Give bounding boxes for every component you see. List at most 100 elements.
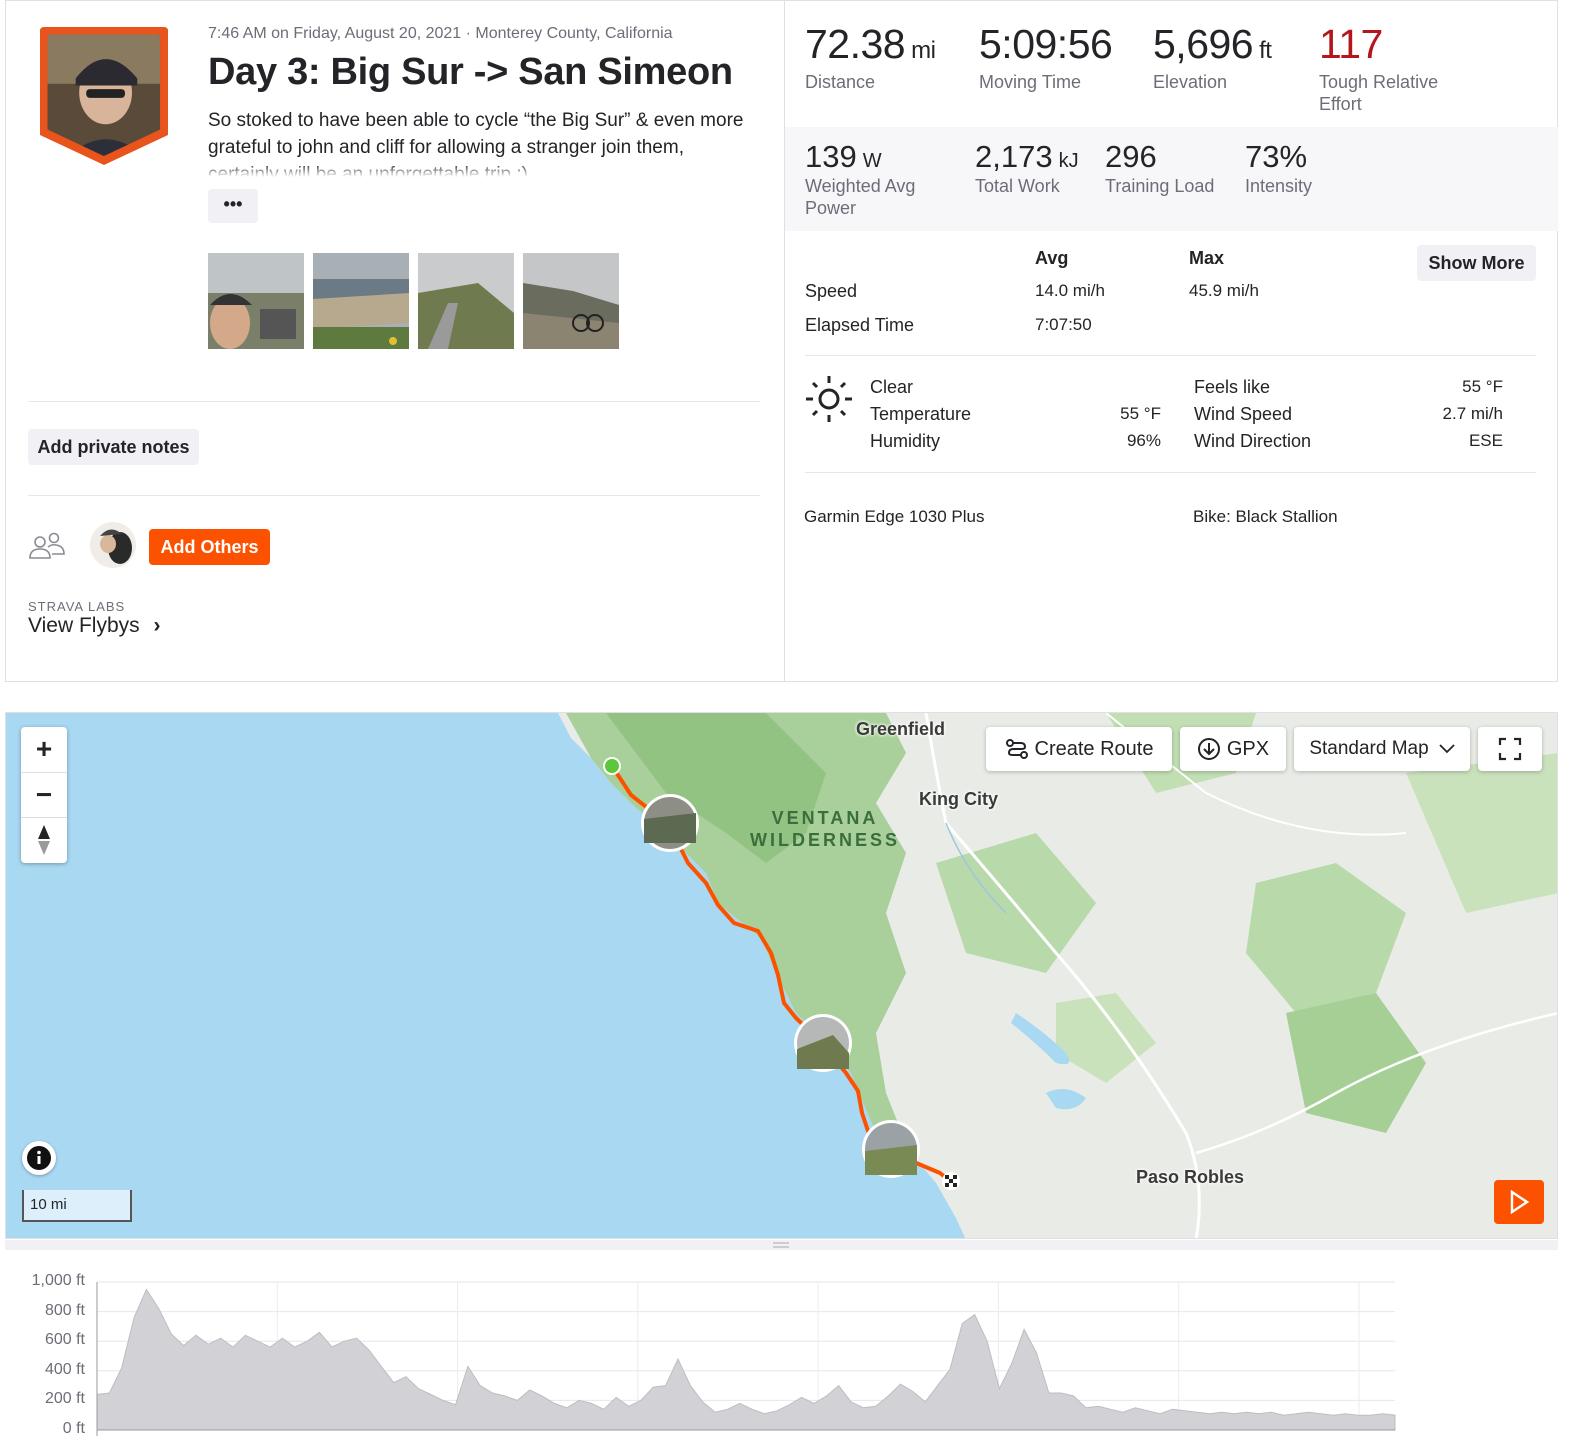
place-label: Greenfield xyxy=(856,719,946,739)
download-icon xyxy=(1197,738,1220,760)
info-icon xyxy=(27,1146,51,1170)
zoom-in-button[interactable]: + xyxy=(21,727,67,771)
wind-direction-label: Wind Direction xyxy=(1194,431,1312,451)
moving-time-label: Moving Time xyxy=(979,72,1082,92)
map-type-select[interactable]: Standard Map xyxy=(1294,727,1470,771)
activity-photo[interactable] xyxy=(418,253,514,349)
fullscreen-button[interactable] xyxy=(1478,727,1542,771)
relative-effort-label: Tough Relative Effort xyxy=(1319,72,1439,114)
activity-stats: 72.38 mi Distance 5:09:56 Moving Time 5,6… xyxy=(784,1,1558,681)
activity-description: So stoked to have been able to cycle “th… xyxy=(208,107,748,177)
compass-button[interactable] xyxy=(21,818,67,862)
speed-avg: 14.0 mi/h xyxy=(1035,281,1105,300)
activity-photo[interactable] xyxy=(313,253,409,349)
secondary-stats: 139 W Weighted Avg Power 2,173 kJ Total Wo… xyxy=(785,127,1558,231)
add-private-notes-button[interactable]: Add private notes xyxy=(28,429,199,465)
play-icon xyxy=(1510,1190,1529,1214)
gpx-download-button[interactable]: GPX xyxy=(1180,727,1286,771)
divider xyxy=(805,355,1536,356)
elevation-profile: 1,000 ft 800 ft 600 ft 400 ft 200 ft 0 ft xyxy=(5,1240,1558,1446)
view-flybys-link[interactable]: View Flybys › xyxy=(28,614,161,638)
plus-icon: + xyxy=(35,733,53,764)
power-label: Weighted Avg Power xyxy=(805,176,916,218)
activity-card: 7:46 AM on Friday, August 20, 2021 · Mon… xyxy=(5,0,1558,682)
temperature-value: 55 °F xyxy=(1120,404,1161,423)
distance-unit: mi xyxy=(911,37,936,64)
elevation-label: Elevation xyxy=(1153,72,1228,92)
speed-max: 45.9 mi/h xyxy=(1189,281,1259,300)
temperature-label: Temperature xyxy=(870,404,972,424)
gpx-label: GPX xyxy=(1226,737,1270,760)
show-more-button[interactable]: Show More xyxy=(1417,245,1536,281)
distance-label: Distance xyxy=(805,72,876,92)
flyover-play-button[interactable] xyxy=(1494,1180,1544,1224)
zoom-controls: + − xyxy=(21,727,67,863)
athlete-avatar[interactable] xyxy=(36,23,172,169)
more-button[interactable]: ••• xyxy=(208,189,258,223)
wilderness-label: VENTANA WILDERNESS xyxy=(750,807,900,851)
humidity-label: Humidity xyxy=(870,431,941,451)
route-map[interactable]: Greenfield King City VENTANA WILDERNESS … xyxy=(5,712,1558,1239)
map-type-label: Standard Map xyxy=(1309,738,1429,759)
elevation-unit: ft xyxy=(1259,37,1272,64)
device-name: Garmin Edge 1030 Plus xyxy=(804,507,985,526)
training-load-value: 296 xyxy=(1105,139,1157,174)
participant-avatar[interactable] xyxy=(90,522,136,568)
zoom-out-button[interactable]: − xyxy=(21,773,67,817)
intensity-value: 73% xyxy=(1245,139,1308,174)
view-flybys-label: View Flybys xyxy=(28,614,140,637)
bike-name[interactable]: Bike: Black Stallion xyxy=(1193,507,1338,527)
group-icon xyxy=(28,531,66,566)
divider xyxy=(28,401,760,402)
feels-like-label: Feels like xyxy=(1194,377,1271,397)
power-unit: W xyxy=(862,150,882,172)
feels-like-value: 55 °F xyxy=(1462,377,1503,396)
elevation-value: 5,696 xyxy=(1153,21,1254,67)
create-route-label: Create Route xyxy=(1034,737,1154,760)
elapsed-time-avg: 7:07:50 xyxy=(1035,315,1092,334)
add-others-button[interactable]: Add Others xyxy=(149,529,270,565)
activity-photo[interactable] xyxy=(523,253,619,349)
activity-summary: 7:46 AM on Friday, August 20, 2021 · Mon… xyxy=(6,1,784,681)
activity-title: Day 3: Big Sur -> San Simeon xyxy=(208,51,733,93)
moving-time-value: 5:09:56 xyxy=(979,21,1113,67)
intensity-label: Intensity xyxy=(1245,176,1313,196)
weather-condition: Clear xyxy=(870,377,914,397)
route-icon xyxy=(1005,739,1028,759)
max-column-header: Max xyxy=(1189,248,1225,268)
minus-icon: − xyxy=(35,779,53,810)
wind-direction-value: ESE xyxy=(1468,431,1503,450)
relative-effort-value[interactable]: 117 xyxy=(1319,21,1383,68)
map-canvas[interactable] xyxy=(6,713,1558,1239)
power-stat: 139 W xyxy=(805,139,882,175)
place-label: Paso Robles xyxy=(1136,1167,1245,1187)
activity-photo[interactable] xyxy=(208,253,304,349)
create-route-button[interactable]: Create Route xyxy=(986,727,1172,771)
strava-labs-label: STRAVA LABS xyxy=(28,599,126,614)
work-value: 2,173 xyxy=(975,139,1053,174)
work-label: Total Work xyxy=(975,176,1060,196)
wind-speed-value: 2.7 mi/h xyxy=(1442,404,1503,423)
avg-column-header: Avg xyxy=(1035,248,1069,268)
speed-label: Speed xyxy=(805,281,858,301)
distance-stat: 72.38 mi xyxy=(805,21,936,68)
work-unit: kJ xyxy=(1058,150,1079,172)
humidity-value: 96% xyxy=(1126,431,1161,450)
map-info-button[interactable] xyxy=(22,1141,56,1175)
wilderness-label-line: WILDERNESS xyxy=(750,830,901,850)
divider xyxy=(805,472,1536,473)
wind-speed-label: Wind Speed xyxy=(1194,404,1293,424)
activity-meta: 7:46 AM on Friday, August 20, 2021 · Mon… xyxy=(208,25,673,42)
place-label: King City xyxy=(919,789,998,809)
sun-icon xyxy=(803,373,855,430)
training-load-label: Training Load xyxy=(1105,176,1215,196)
compass-icon xyxy=(38,825,50,855)
map-scale: 10 mi xyxy=(22,1190,132,1222)
elapsed-time-label: Elapsed Time xyxy=(805,315,915,335)
divider xyxy=(28,495,760,496)
elevation-stat: 5,696 ft xyxy=(1153,21,1272,68)
elevation-chart[interactable] xyxy=(5,1240,1558,1446)
chevron-right-icon: › xyxy=(153,614,161,637)
power-value: 139 xyxy=(805,139,857,174)
elevation-area xyxy=(96,1288,1396,1431)
